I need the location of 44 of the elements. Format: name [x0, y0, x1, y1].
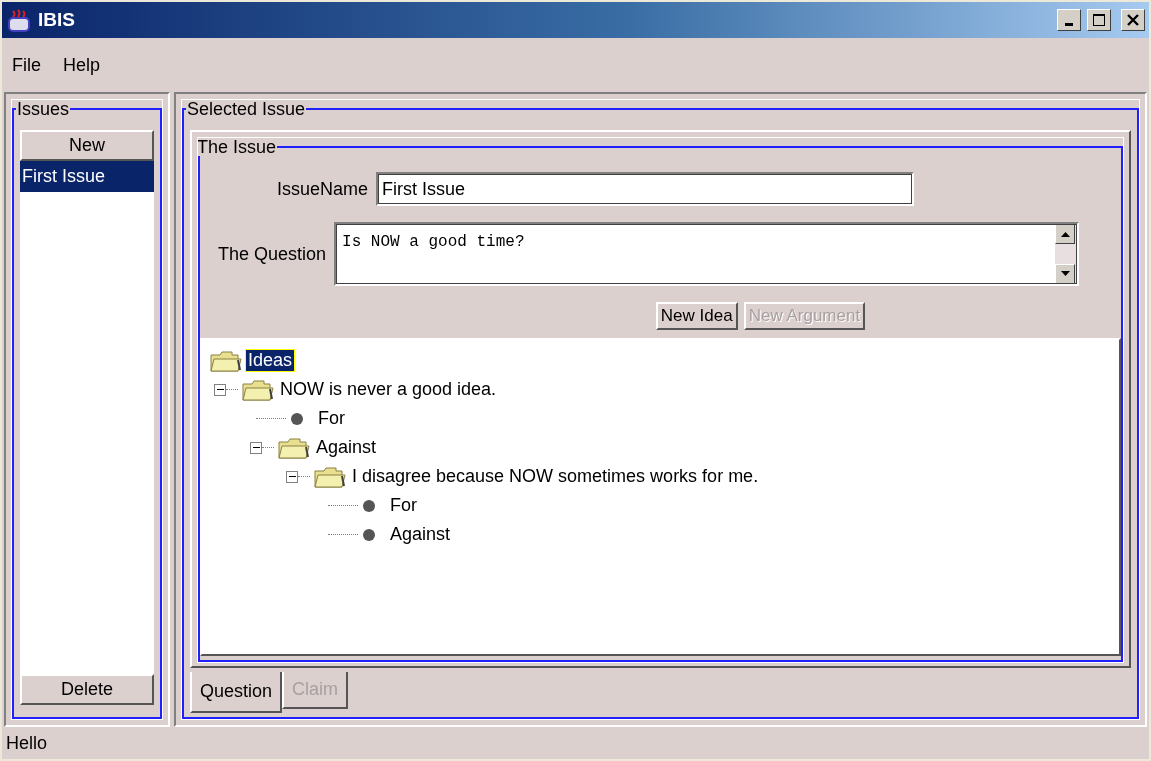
group-title: Issues [16, 100, 71, 118]
group-title: The Issue [196, 138, 278, 156]
maximize-button[interactable] [1087, 9, 1111, 31]
tab[interactable]: Question [190, 672, 283, 713]
status-text: Hello [6, 731, 48, 755]
up-arrow-icon [1060, 231, 1070, 237]
delete-button[interactable]: Delete [20, 673, 154, 705]
field-label: The Question [218, 242, 327, 266]
tree-node-label[interactable]: Ideas [246, 349, 295, 372]
collapse-handle[interactable] [250, 441, 262, 454]
folder-icon [242, 378, 274, 401]
down-arrow-icon [1060, 271, 1070, 277]
bullet-icon [362, 498, 376, 513]
field-label: IssueName [276, 177, 368, 201]
bullet-icon [290, 411, 304, 426]
action-button[interactable]: New Idea [655, 302, 738, 331]
folder-icon [278, 436, 310, 459]
collapse-handle[interactable] [214, 383, 226, 396]
tree-node-label[interactable]: Against [388, 523, 453, 546]
window-title: IBIS [38, 7, 75, 32]
maximize-icon [1092, 13, 1106, 27]
issue-name-field[interactable]: First Issue [376, 172, 914, 206]
bullet-icon [362, 527, 376, 542]
minimize-button[interactable] [1057, 9, 1081, 31]
collapse-handle[interactable] [286, 470, 298, 483]
menu-item[interactable]: Help [61, 49, 103, 81]
close-icon [1126, 13, 1140, 27]
folder-icon [314, 465, 346, 488]
menu-item[interactable]: File [10, 49, 43, 81]
folder-icon [210, 349, 242, 372]
new-button[interactable]: New [20, 130, 154, 162]
tree-node-label[interactable]: For [316, 407, 347, 430]
issue-item[interactable]: First Issue [20, 161, 154, 193]
tree-node-label[interactable]: For [388, 494, 419, 517]
tree-node-label[interactable]: I disagree because NOW sometimes works for me. [350, 465, 761, 488]
minimize-icon [1065, 23, 1073, 26]
scroll-down-button[interactable] [1055, 264, 1075, 284]
scroll-up-button[interactable] [1055, 224, 1075, 244]
app-icon [6, 7, 32, 34]
question-field[interactable]: Is NOW a good time? [334, 222, 1079, 286]
tree-node-label[interactable]: Against [314, 436, 379, 459]
tree-node-label[interactable]: NOW is never a good idea. [278, 378, 499, 401]
group-title: Selected Issue [186, 100, 307, 118]
close-button[interactable] [1121, 9, 1145, 31]
